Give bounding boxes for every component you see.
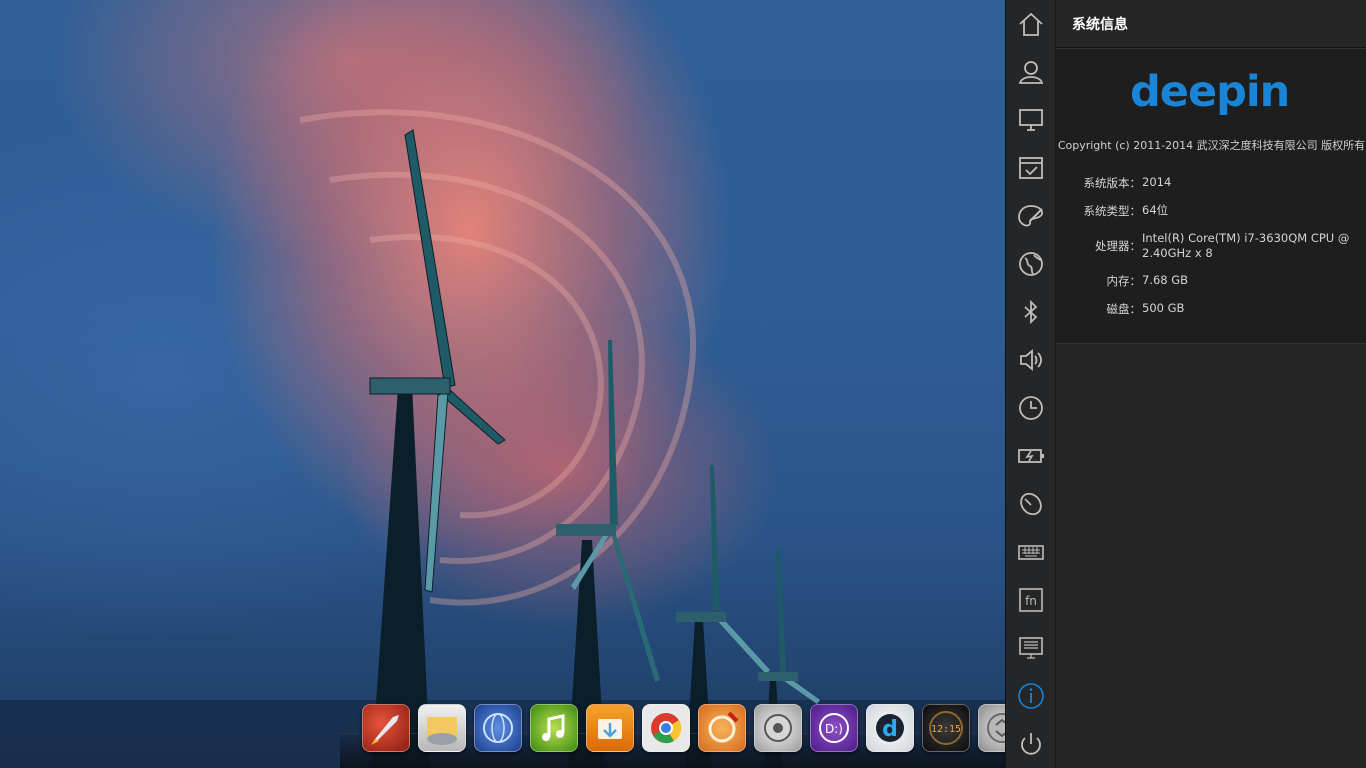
- browser-globe-icon[interactable]: [474, 704, 522, 752]
- music-player-icon[interactable]: [530, 704, 578, 752]
- control-center-icon[interactable]: [754, 704, 802, 752]
- software-center-icon[interactable]: [586, 704, 634, 752]
- sound-icon: [1020, 349, 1042, 371]
- info-box: deepin Copyright (c) 2011-2014 武汉深之度科技有限…: [1056, 48, 1366, 344]
- info-value: 2014: [1142, 175, 1172, 189]
- dock-icons: D:) d 12:15: [362, 704, 1026, 752]
- shortcuts-fn-icon: fn: [1019, 588, 1043, 612]
- info-label: 处理器：: [1095, 239, 1141, 253]
- nav-system-info[interactable]: [1006, 672, 1056, 720]
- deepin-terminal-icon[interactable]: d: [866, 704, 914, 752]
- clock-icon[interactable]: 12:15: [922, 704, 970, 752]
- mouse-icon: [1020, 492, 1042, 516]
- info-value: 64位: [1142, 203, 1169, 217]
- movie-icon-text: D:): [825, 722, 843, 736]
- nav-power[interactable]: [1006, 432, 1056, 480]
- nav-default-applications[interactable]: [1006, 144, 1056, 192]
- nav-bluetooth[interactable]: [1006, 288, 1056, 336]
- info-value: Intel(R) Core(TM) i7-3630QM CPU @ 2.40GH…: [1142, 231, 1350, 260]
- info-label: 系统类型：: [1083, 204, 1142, 218]
- info-value: 500 GB: [1142, 301, 1185, 315]
- default-applications-icon: [1019, 157, 1043, 179]
- bluetooth-icon: [1024, 299, 1038, 325]
- shutdown-icon: [1021, 733, 1041, 755]
- wind-turbines-image: [0, 109, 1005, 768]
- nav-shortcuts[interactable]: fn: [1006, 576, 1056, 624]
- account-icon: [1018, 61, 1044, 84]
- svg-text:d: d: [882, 717, 898, 742]
- display-icon: [1019, 109, 1043, 131]
- desktop-wallpaper: [0, 0, 1005, 768]
- clock-icon-text: 12:15: [931, 724, 961, 735]
- power-icon: [1018, 449, 1044, 463]
- system-info-panel: 系统信息 deepin Copyright (c) 2011-2014 武汉深之…: [1055, 0, 1366, 768]
- settings-sidebar: fn: [1005, 0, 1056, 768]
- info-label: 磁盘：: [1106, 302, 1142, 316]
- date-time-icon: [1019, 396, 1043, 420]
- info-value: 7.68 GB: [1142, 273, 1189, 287]
- nav-mouse[interactable]: [1006, 480, 1056, 528]
- file-manager-icon[interactable]: [418, 704, 466, 752]
- deepin-movie-icon[interactable]: D:): [810, 704, 858, 752]
- copyright-text: Copyright (c) 2011-2014 武汉深之度科技有限公司 版权所有: [1057, 139, 1366, 152]
- info-label: 系统版本：: [1083, 176, 1142, 190]
- nav-date-time[interactable]: [1006, 384, 1056, 432]
- info-label: 内存：: [1106, 274, 1142, 288]
- dock: D:) d 12:15: [340, 700, 1026, 768]
- svg-text:fn: fn: [1025, 594, 1037, 608]
- nav-sound[interactable]: [1006, 336, 1056, 384]
- keyboard-icon: [1018, 545, 1044, 560]
- panel-title: 系统信息: [1056, 0, 1366, 48]
- grub-icon: [1019, 637, 1043, 659]
- system-info-icon: [1018, 683, 1044, 709]
- deepin-game-icon[interactable]: [698, 704, 746, 752]
- nav-grub[interactable]: [1006, 624, 1056, 672]
- launcher-rocket-icon[interactable]: [362, 704, 410, 752]
- nav-personalization[interactable]: [1006, 192, 1056, 240]
- nav-network[interactable]: [1006, 240, 1056, 288]
- deepin-logo: deepin: [1130, 67, 1290, 117]
- nav-keyboard[interactable]: [1006, 528, 1056, 576]
- nav-home[interactable]: [1006, 0, 1056, 48]
- network-icon: [1019, 252, 1043, 276]
- home-icon: [1019, 12, 1043, 36]
- nav-account[interactable]: [1006, 48, 1056, 96]
- personalization-icon: [1018, 205, 1044, 227]
- nav-display[interactable]: [1006, 96, 1056, 144]
- chrome-icon[interactable]: [642, 704, 690, 752]
- nav-shutdown[interactable]: [1006, 720, 1056, 768]
